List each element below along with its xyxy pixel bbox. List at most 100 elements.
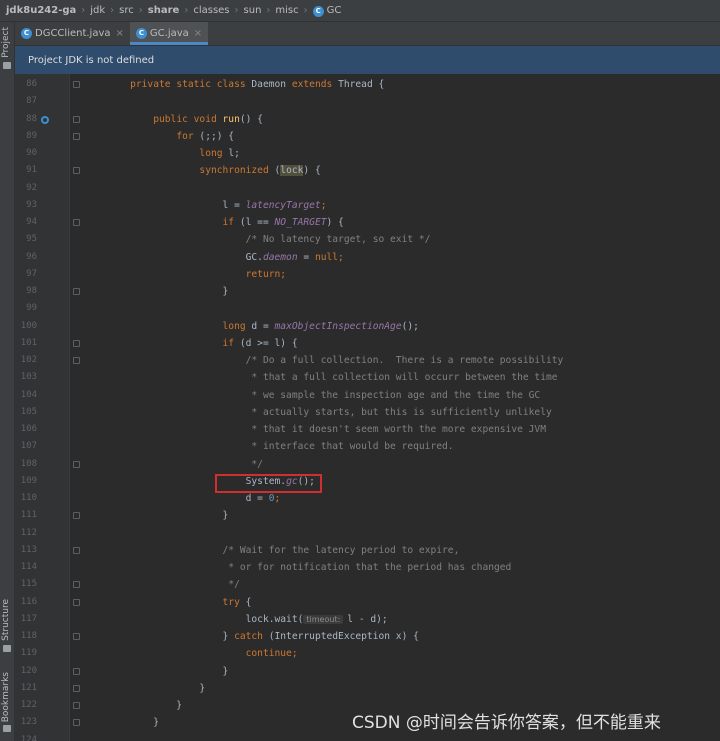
line-number[interactable]: 108 [17, 456, 37, 473]
line-number[interactable]: 117 [17, 611, 37, 628]
line-number[interactable]: 111 [17, 507, 37, 524]
fold-icon[interactable] [73, 167, 80, 175]
code-line[interactable]: 87 [15, 93, 720, 110]
line-number[interactable]: 100 [17, 318, 37, 335]
code-line[interactable]: 100 long d = maxObjectInspectionAge(); [15, 318, 720, 335]
line-number[interactable]: 96 [17, 249, 37, 266]
close-icon[interactable]: × [116, 28, 124, 39]
fold-icon[interactable] [73, 684, 80, 692]
line-number[interactable]: 116 [17, 594, 37, 611]
fold-icon[interactable] [73, 219, 80, 226]
line-number[interactable]: 120 [17, 663, 37, 680]
line-number[interactable]: 98 [17, 283, 37, 300]
line-number[interactable]: 106 [17, 421, 37, 438]
line-number[interactable]: 109 [17, 473, 37, 490]
code-line[interactable]: 95 /* No latency target, so exit */ [15, 231, 720, 248]
code-line[interactable]: 112 [15, 525, 720, 542]
code-line[interactable]: 97 return; [15, 266, 720, 283]
line-number[interactable]: 107 [17, 438, 37, 455]
code-line[interactable]: 104 * we sample the inspection age and t… [15, 387, 720, 404]
fold-icon[interactable] [73, 633, 80, 640]
line-number[interactable]: 90 [17, 145, 37, 162]
breadcrumb-item-project[interactable]: jdk8u242-ga [4, 5, 78, 16]
code-line[interactable]: 115 */ [15, 576, 720, 593]
code-line[interactable]: 107 * interface that would be required. [15, 438, 720, 455]
code-line[interactable]: 119 continue; [15, 645, 720, 662]
code-line[interactable]: 114 * or for notification that the perio… [15, 559, 720, 576]
code-line[interactable]: 102 /* Do a full collection. There is a … [15, 352, 720, 369]
override-icon[interactable] [41, 115, 49, 124]
code-line[interactable]: 108 */ [15, 456, 720, 473]
code-line[interactable]: 103 * that a full collection will occurr… [15, 369, 720, 386]
line-number[interactable]: 87 [17, 93, 37, 110]
code-line[interactable]: 98 } [15, 283, 720, 300]
project-tool-button[interactable]: Project [1, 27, 11, 58]
code-line[interactable]: 90 long l; [15, 145, 720, 162]
bookmarks-tool-button[interactable]: Bookmarks [1, 672, 11, 722]
code-line[interactable]: 113 /* Wait for the latency period to ex… [15, 542, 720, 559]
line-number[interactable]: 86 [17, 76, 37, 93]
line-number[interactable]: 115 [17, 576, 37, 593]
line-number[interactable]: 119 [17, 645, 37, 662]
code-line[interactable]: 86 private static class Daemon extends T… [15, 76, 720, 93]
line-number[interactable]: 99 [17, 300, 37, 317]
line-number[interactable]: 123 [17, 714, 37, 731]
line-number[interactable]: 93 [17, 197, 37, 214]
line-number[interactable]: 104 [17, 387, 37, 404]
breadcrumb-item-misc[interactable]: misc [273, 5, 300, 16]
line-number[interactable]: 88 [17, 111, 37, 128]
fold-icon[interactable] [73, 460, 80, 468]
fold-icon[interactable] [73, 357, 80, 364]
close-icon[interactable]: × [194, 28, 202, 39]
code-line[interactable]: 101 if (d >= l) { [15, 335, 720, 352]
line-number[interactable]: 101 [17, 335, 37, 352]
code-line[interactable]: 110 d = 0; [15, 490, 720, 507]
structure-tool-button[interactable]: Structure [1, 599, 11, 641]
line-number[interactable]: 89 [17, 128, 37, 145]
fold-icon[interactable] [73, 288, 80, 295]
code-line[interactable]: 109 System.gc(); [15, 473, 720, 490]
fold-icon[interactable] [73, 115, 80, 123]
tab-gc[interactable]: C GC.java × [129, 22, 209, 45]
code-line[interactable]: 118 } catch (InterruptedException x) { [15, 628, 720, 645]
breadcrumb-item-jdk[interactable]: jdk [88, 5, 107, 16]
line-number[interactable]: 112 [17, 525, 37, 542]
fold-icon[interactable] [73, 598, 80, 606]
fold-icon[interactable] [73, 546, 80, 554]
line-number[interactable]: 122 [17, 697, 37, 714]
fold-icon[interactable] [73, 719, 80, 727]
code-line[interactable]: 117 lock.wait(timeout: l - d); [15, 611, 720, 628]
fold-icon[interactable] [73, 512, 80, 520]
fold-icon[interactable] [73, 702, 80, 709]
code-line[interactable]: 121 } [15, 680, 720, 697]
code-line[interactable]: 116 try { [15, 594, 720, 611]
code-line[interactable]: 106 * that it doesn't seem worth the mor… [15, 421, 720, 438]
code-line[interactable]: 96 GC.daemon = null; [15, 249, 720, 266]
line-number[interactable]: 95 [17, 231, 37, 248]
code-line[interactable]: 94 if (l == NO_TARGET) { [15, 214, 720, 231]
breadcrumb-item-gc[interactable]: C GC [311, 5, 344, 17]
code-line[interactable]: 105 * actually starts, but this is suffi… [15, 404, 720, 421]
line-number[interactable]: 103 [17, 369, 37, 386]
code-line[interactable]: 93 l = latencyTarget; [15, 197, 720, 214]
tab-dgcclient[interactable]: C DGCClient.java × [15, 22, 130, 45]
breadcrumb-item-sun[interactable]: sun [242, 5, 264, 16]
line-number[interactable]: 91 [17, 162, 37, 179]
line-number[interactable]: 92 [17, 180, 37, 197]
line-number[interactable]: 118 [17, 628, 37, 645]
line-number[interactable]: 113 [17, 542, 37, 559]
fold-icon[interactable] [73, 339, 80, 347]
fold-icon[interactable] [73, 581, 80, 589]
fold-icon[interactable] [73, 132, 80, 140]
code-line[interactable]: 92 [15, 180, 720, 197]
code-line[interactable]: 91 synchronized (lock) { [15, 162, 720, 179]
code-line[interactable]: 99 [15, 300, 720, 317]
breadcrumb-item-src[interactable]: src [117, 5, 136, 16]
line-number[interactable]: 94 [17, 214, 37, 231]
line-number[interactable]: 114 [17, 559, 37, 576]
code-line[interactable]: 89 for (;;) { [15, 128, 720, 145]
line-number[interactable]: 97 [17, 266, 37, 283]
line-number[interactable]: 110 [17, 490, 37, 507]
line-number[interactable]: 121 [17, 680, 37, 697]
code-editor[interactable]: 86 private static class Daemon extends T… [15, 74, 720, 741]
